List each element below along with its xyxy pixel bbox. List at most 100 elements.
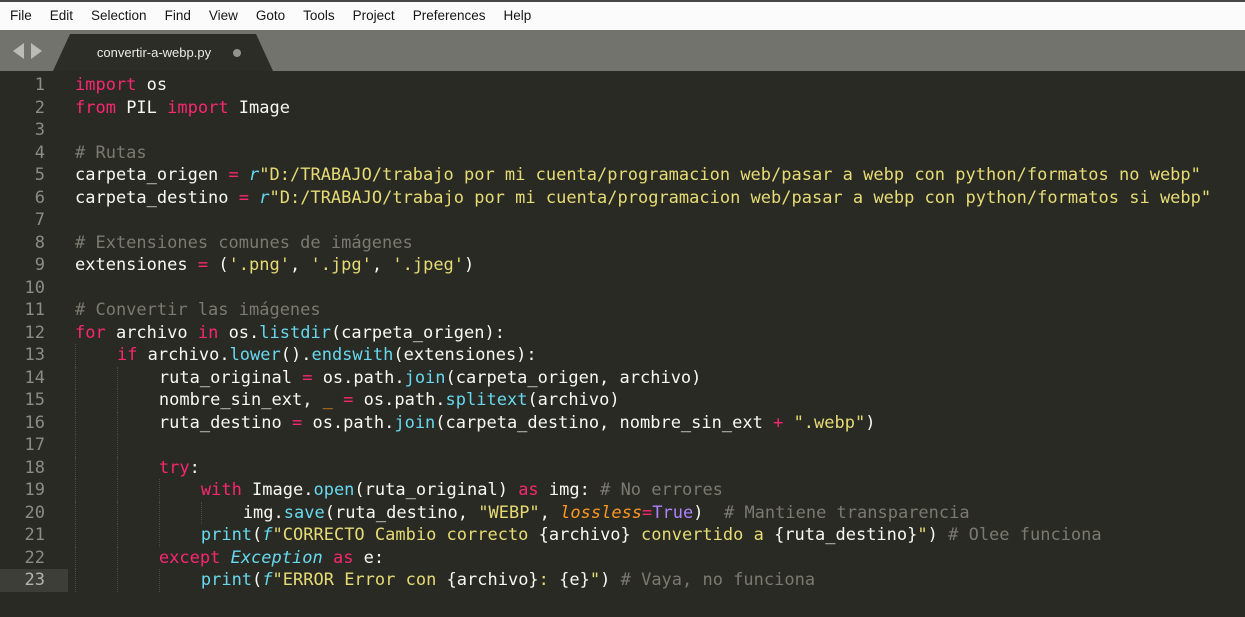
code-line[interactable]: 8# Extensiones comunes de imágenes [0,232,1245,255]
code-line[interactable]: 23 print(f"ERROR Error con {archivo}: {e… [0,569,1245,592]
code-text [68,434,1245,457]
line-number: 17 [0,434,68,457]
menu-item-selection[interactable]: Selection [82,2,156,30]
code-text: carpeta_origen = r"D:/TRABAJO/trabajo po… [68,164,1245,187]
line-number: 22 [0,547,68,570]
line-number: 19 [0,479,68,502]
code-line[interactable]: 13 if archivo.lower().endswith(extension… [0,344,1245,367]
code-text: try: [68,457,1245,480]
line-number: 9 [0,254,68,277]
code-line[interactable]: 22 except Exception as e: [0,547,1245,570]
code-line[interactable]: 15 nombre_sin_ext, _ = os.path.splitext(… [0,389,1245,412]
line-number: 18 [0,457,68,480]
code-line[interactable]: 10 [0,277,1245,300]
line-number: 10 [0,277,68,300]
code-text [68,209,1245,232]
line-number: 2 [0,97,68,120]
indent-guide [117,547,159,570]
code-line[interactable]: 19 with Image.open(ruta_original) as img… [0,479,1245,502]
indent-guide [75,434,117,457]
code-line[interactable]: 16 ruta_destino = os.path.join(carpeta_d… [0,412,1245,435]
line-number: 21 [0,524,68,547]
line-number: 13 [0,344,68,367]
code-text [68,119,1245,142]
indent-guide [75,502,117,525]
line-number: 7 [0,209,68,232]
code-text: except Exception as e: [68,547,1245,570]
menu-item-file[interactable]: File [1,2,41,30]
menu-item-tools[interactable]: Tools [294,2,344,30]
code-text: extensiones = ('.png', '.jpg', '.jpeg') [68,254,1245,277]
code-line[interactable]: 9extensiones = ('.png', '.jpg', '.jpeg') [0,254,1245,277]
code-line[interactable]: 14 ruta_original = os.path.join(carpeta_… [0,367,1245,390]
indent-guide [117,412,159,435]
code-text: with Image.open(ruta_original) as img: #… [68,479,1245,502]
menu-item-view[interactable]: View [200,2,247,30]
indent-guide [117,389,159,412]
menu-item-project[interactable]: Project [344,2,404,30]
code-line[interactable]: 21 print(f"CORRECTO Cambio correcto {arc… [0,524,1245,547]
indent-guide [75,344,117,367]
line-number: 16 [0,412,68,435]
line-number: 6 [0,187,68,210]
indent-guide [75,524,117,547]
code-text: from PIL import Image [68,97,1245,120]
tab-nav-arrows [13,30,42,71]
code-text: # Rutas [68,142,1245,165]
tab-label: convertir-a-webp.py [97,45,211,60]
code-text: for archivo in os.listdir(carpeta_origen… [68,322,1245,345]
code-line[interactable]: 6carpeta_destino = r"D:/TRABAJO/trabajo … [0,187,1245,210]
code-line[interactable]: 17 [0,434,1245,457]
code-text: carpeta_destino = r"D:/TRABAJO/trabajo p… [68,187,1245,210]
menu-item-preferences[interactable]: Preferences [404,2,495,30]
indent-guide [159,479,201,502]
menu-item-edit[interactable]: Edit [41,2,82,30]
menu-bar: FileEditSelectionFindViewGotoToolsProjec… [0,2,1245,30]
line-number: 5 [0,164,68,187]
code-line[interactable]: 11# Convertir las imágenes [0,299,1245,322]
tab-convertir-a-webp[interactable]: convertir-a-webp.py [53,34,273,71]
line-number: 14 [0,367,68,390]
line-number: 3 [0,119,68,142]
code-line[interactable]: 20 img.save(ruta_destino, "WEBP", lossle… [0,502,1245,525]
code-text: print(f"ERROR Error con {archivo}: {e}")… [68,569,1245,592]
code-line[interactable]: 2from PIL import Image [0,97,1245,120]
menu-item-goto[interactable]: Goto [247,2,294,30]
code-line[interactable]: 1import os [0,74,1245,97]
line-number: 4 [0,142,68,165]
code-text: if archivo.lower().endswith(extensiones)… [68,344,1245,367]
indent-guide [75,479,117,502]
code-line[interactable]: 7 [0,209,1245,232]
line-number: 15 [0,389,68,412]
back-arrow-icon[interactable] [13,43,24,59]
code-text: ruta_original = os.path.join(carpeta_ori… [68,367,1245,390]
indent-guide [117,524,159,547]
code-line[interactable]: 4# Rutas [0,142,1245,165]
indent-guide [159,569,201,592]
code-line[interactable]: 3 [0,119,1245,142]
line-number: 8 [0,232,68,255]
code-text: img.save(ruta_destino, "WEBP", lossless=… [68,502,1245,525]
code-text: ruta_destino = os.path.join(carpeta_dest… [68,412,1245,435]
indent-guide [201,502,243,525]
indent-guide [75,389,117,412]
code-text [68,277,1245,300]
code-text: nombre_sin_ext, _ = os.path.splitext(arc… [68,389,1245,412]
indent-guide [75,569,117,592]
indent-guide [117,569,159,592]
code-line[interactable]: 18 try: [0,457,1245,480]
indent-guide [75,457,117,480]
menu-item-find[interactable]: Find [156,2,200,30]
indent-guide [117,367,159,390]
code-area: 1import os2from PIL import Image34# Ruta… [0,74,1245,592]
code-line[interactable]: 12for archivo in os.listdir(carpeta_orig… [0,322,1245,345]
forward-arrow-icon[interactable] [31,43,42,59]
line-number: 1 [0,74,68,97]
indent-guide [117,457,159,480]
indent-guide [117,479,159,502]
code-text: import os [68,74,1245,97]
code-line[interactable]: 5carpeta_origen = r"D:/TRABAJO/trabajo p… [0,164,1245,187]
code-editor[interactable]: 1import os2from PIL import Image34# Ruta… [0,71,1245,617]
line-number: 20 [0,502,68,525]
menu-item-help[interactable]: Help [495,2,541,30]
